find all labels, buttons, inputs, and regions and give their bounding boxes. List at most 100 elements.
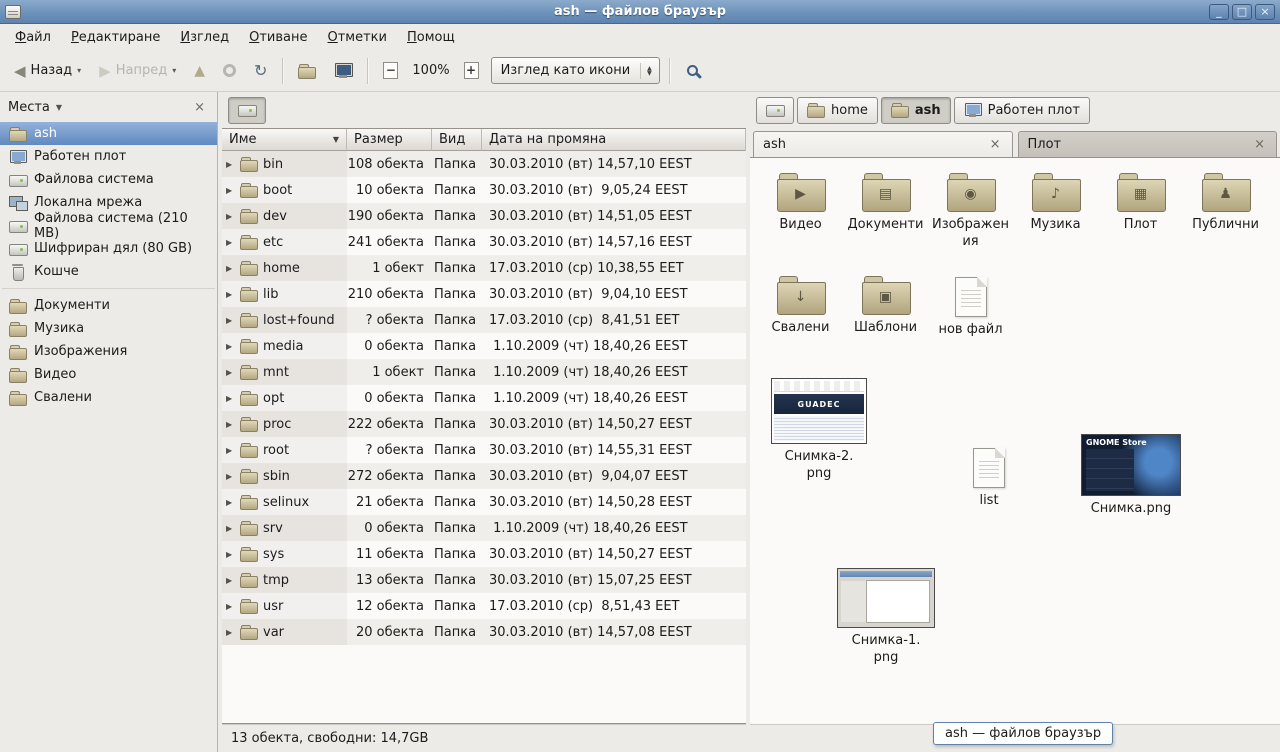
expander-icon[interactable]: ▶	[226, 264, 235, 273]
table-row[interactable]: ▶ home 1 обект Папка 17.03.2010 (ср) 10,…	[222, 255, 746, 281]
expander-icon[interactable]: ▶	[226, 498, 235, 507]
table-row[interactable]: ▶ lost+found ? обекта Папка 17.03.2010 (…	[222, 307, 746, 333]
table-row[interactable]: ▶ opt 0 обекта Папка 1.10.2009 (чт) 18,4…	[222, 385, 746, 411]
sidebar-item[interactable]: Шифриран дял (80 GB)	[0, 237, 217, 260]
expander-icon[interactable]: ▶	[226, 316, 235, 325]
icon-view-item[interactable]: ♪ Музика	[1013, 172, 1098, 251]
breadcrumb-button[interactable]: ash	[881, 97, 951, 124]
expander-icon[interactable]: ▶	[226, 472, 235, 481]
expander-icon[interactable]: ▶	[226, 160, 235, 169]
sidebar-item[interactable]: Работен плот	[0, 145, 217, 168]
sidebar-item[interactable]: Файлова система	[0, 168, 217, 191]
icon-view-item[interactable]: ♟ Публични	[1183, 172, 1268, 251]
table-row[interactable]: ▶ mnt 1 обект Папка 1.10.2009 (чт) 18,40…	[222, 359, 746, 385]
menu-item[interactable]: Помощ	[398, 26, 464, 49]
expander-icon[interactable]: ▶	[226, 576, 235, 585]
icon-view-item[interactable]: Снимка-1. png	[830, 568, 942, 667]
sidebar-item[interactable]: Изображения	[0, 340, 217, 363]
menu-item[interactable]: Файл	[6, 26, 60, 49]
icon-view-item[interactable]: list	[954, 448, 1024, 510]
table-row[interactable]: ▶ lib 210 обекта Папка 30.03.2010 (вт) 9…	[222, 281, 746, 307]
table-row[interactable]: ▶ proc 222 обекта Папка 30.03.2010 (вт) …	[222, 411, 746, 437]
sidebar-item[interactable]: Свалени	[0, 386, 217, 409]
up-button[interactable]: ▲	[188, 59, 211, 83]
sidebar-item[interactable]: Файлова система (210 MB)	[0, 214, 217, 237]
tab-close-icon[interactable]: ×	[1252, 137, 1267, 152]
forward-button[interactable]: ▶ Напред ▾	[93, 58, 182, 83]
expander-icon[interactable]: ▶	[226, 420, 235, 429]
expander-icon[interactable]: ▶	[226, 342, 235, 351]
expander-icon[interactable]: ▶	[226, 550, 235, 559]
icon-view[interactable]: ▶ Видео ▤ Документи	[750, 157, 1280, 724]
minimize-button[interactable]: _	[1209, 4, 1229, 20]
expander-icon[interactable]: ▶	[226, 368, 235, 377]
table-row[interactable]: ▶ bin 108 обекта Папка 30.03.2010 (вт) 1…	[222, 151, 746, 177]
icon-view-item[interactable]: ▤ Документи	[843, 172, 928, 251]
sidebar-close-icon[interactable]: ×	[190, 99, 209, 116]
expander-icon[interactable]: ▶	[226, 446, 235, 455]
column-header-size[interactable]: Размер	[347, 129, 432, 151]
zoom-in-button[interactable]: +	[458, 57, 485, 84]
breadcrumb-button[interactable]	[756, 97, 794, 124]
icon-view-item[interactable]: ▦ Плот	[1098, 172, 1183, 251]
icon-view-item[interactable]: ▣ Шаблони	[843, 275, 928, 339]
table-row[interactable]: ▶ etc 241 обекта Папка 30.03.2010 (вт) 1…	[222, 229, 746, 255]
tab[interactable]: ash ×	[753, 131, 1013, 157]
reload-button[interactable]: ↻	[248, 59, 273, 83]
stop-button[interactable]	[217, 59, 242, 82]
table-row[interactable]: ▶ tmp 13 обекта Папка 30.03.2010 (вт) 15…	[222, 567, 746, 593]
close-button[interactable]: ×	[1255, 4, 1275, 20]
icon-view-item[interactable]: нов файл	[928, 275, 1013, 339]
icon-view-item[interactable]: ▶ Видео	[758, 172, 843, 251]
column-header-name[interactable]: Име ▼	[222, 129, 347, 151]
breadcrumb-root-button[interactable]	[228, 97, 266, 124]
icon-view-item[interactable]: ↓ Свалени	[758, 275, 843, 339]
expander-icon[interactable]: ▶	[226, 290, 235, 299]
expander-icon[interactable]: ▶	[226, 394, 235, 403]
zoom-out-button[interactable]: −	[377, 57, 404, 84]
expander-icon[interactable]: ▶	[226, 238, 235, 247]
breadcrumb-button[interactable]: Работен плот	[954, 97, 1090, 124]
table-row[interactable]: ▶ selinux 21 обекта Папка 30.03.2010 (вт…	[222, 489, 746, 515]
sidebar-item[interactable]: Кошче	[0, 260, 217, 283]
icon-view-item[interactable]: GNOME Store Снимка.png	[1072, 434, 1190, 518]
sidebar-item[interactable]: ash	[0, 122, 217, 145]
view-mode-select[interactable]: Изглед като икони ▲▼	[491, 57, 660, 84]
table-row[interactable]: ▶ media 0 обекта Папка 1.10.2009 (чт) 18…	[222, 333, 746, 359]
home-button[interactable]	[292, 58, 322, 84]
sidebar-item[interactable]: Музика	[0, 317, 217, 340]
column-header-modified[interactable]: Дата на промяна	[482, 129, 746, 151]
table-row[interactable]: ▶ sbin 272 обекта Папка 30.03.2010 (вт) …	[222, 463, 746, 489]
sidebar-item[interactable]: Видео	[0, 363, 217, 386]
menu-item[interactable]: Отметки	[319, 26, 397, 49]
search-button[interactable]	[679, 58, 706, 83]
computer-button[interactable]	[328, 58, 358, 84]
table-row[interactable]: ▶ srv 0 обекта Папка 1.10.2009 (чт) 18,4…	[222, 515, 746, 541]
table-row[interactable]: ▶ usr 12 обекта Папка 17.03.2010 (ср) 8,…	[222, 593, 746, 619]
table-row[interactable]: ▶ boot 10 обекта Папка 30.03.2010 (вт) 9…	[222, 177, 746, 203]
expander-icon[interactable]: ▶	[226, 212, 235, 221]
expander-icon[interactable]: ▶	[226, 524, 235, 533]
expander-icon[interactable]: ▶	[226, 602, 235, 611]
expander-icon[interactable]: ▶	[226, 186, 235, 195]
sidebar-title[interactable]: Места	[8, 100, 50, 115]
chevron-down-icon[interactable]: ▾	[77, 66, 81, 75]
icon-view-item[interactable]: ◉ Изображен ия	[928, 172, 1013, 251]
expander-icon[interactable]: ▶	[226, 628, 235, 637]
titlebar[interactable]: ash — файлов браузър _ □ ×	[0, 0, 1280, 24]
breadcrumb-button[interactable]: home	[797, 97, 878, 124]
column-header-type[interactable]: Вид	[432, 129, 482, 151]
table-row[interactable]: ▶ dev 190 обекта Папка 30.03.2010 (вт) 1…	[222, 203, 746, 229]
menu-item[interactable]: Редактиране	[62, 26, 169, 49]
table-row[interactable]: ▶ sys 11 обекта Папка 30.03.2010 (вт) 14…	[222, 541, 746, 567]
sidebar-item[interactable]: Документи	[0, 294, 217, 317]
maximize-button[interactable]: □	[1232, 4, 1252, 20]
tab-close-icon[interactable]: ×	[988, 137, 1003, 152]
table-row[interactable]: ▶ var 20 обекта Папка 30.03.2010 (вт) 14…	[222, 619, 746, 645]
back-button[interactable]: ◀ Назад ▾	[8, 58, 87, 83]
combo-spinner-icon[interactable]: ▲▼	[640, 63, 654, 79]
menu-item[interactable]: Изглед	[171, 26, 238, 49]
tab[interactable]: Плот ×	[1018, 131, 1278, 157]
chevron-down-icon[interactable]: ▼	[56, 103, 62, 112]
menu-item[interactable]: Отиване	[240, 26, 316, 49]
